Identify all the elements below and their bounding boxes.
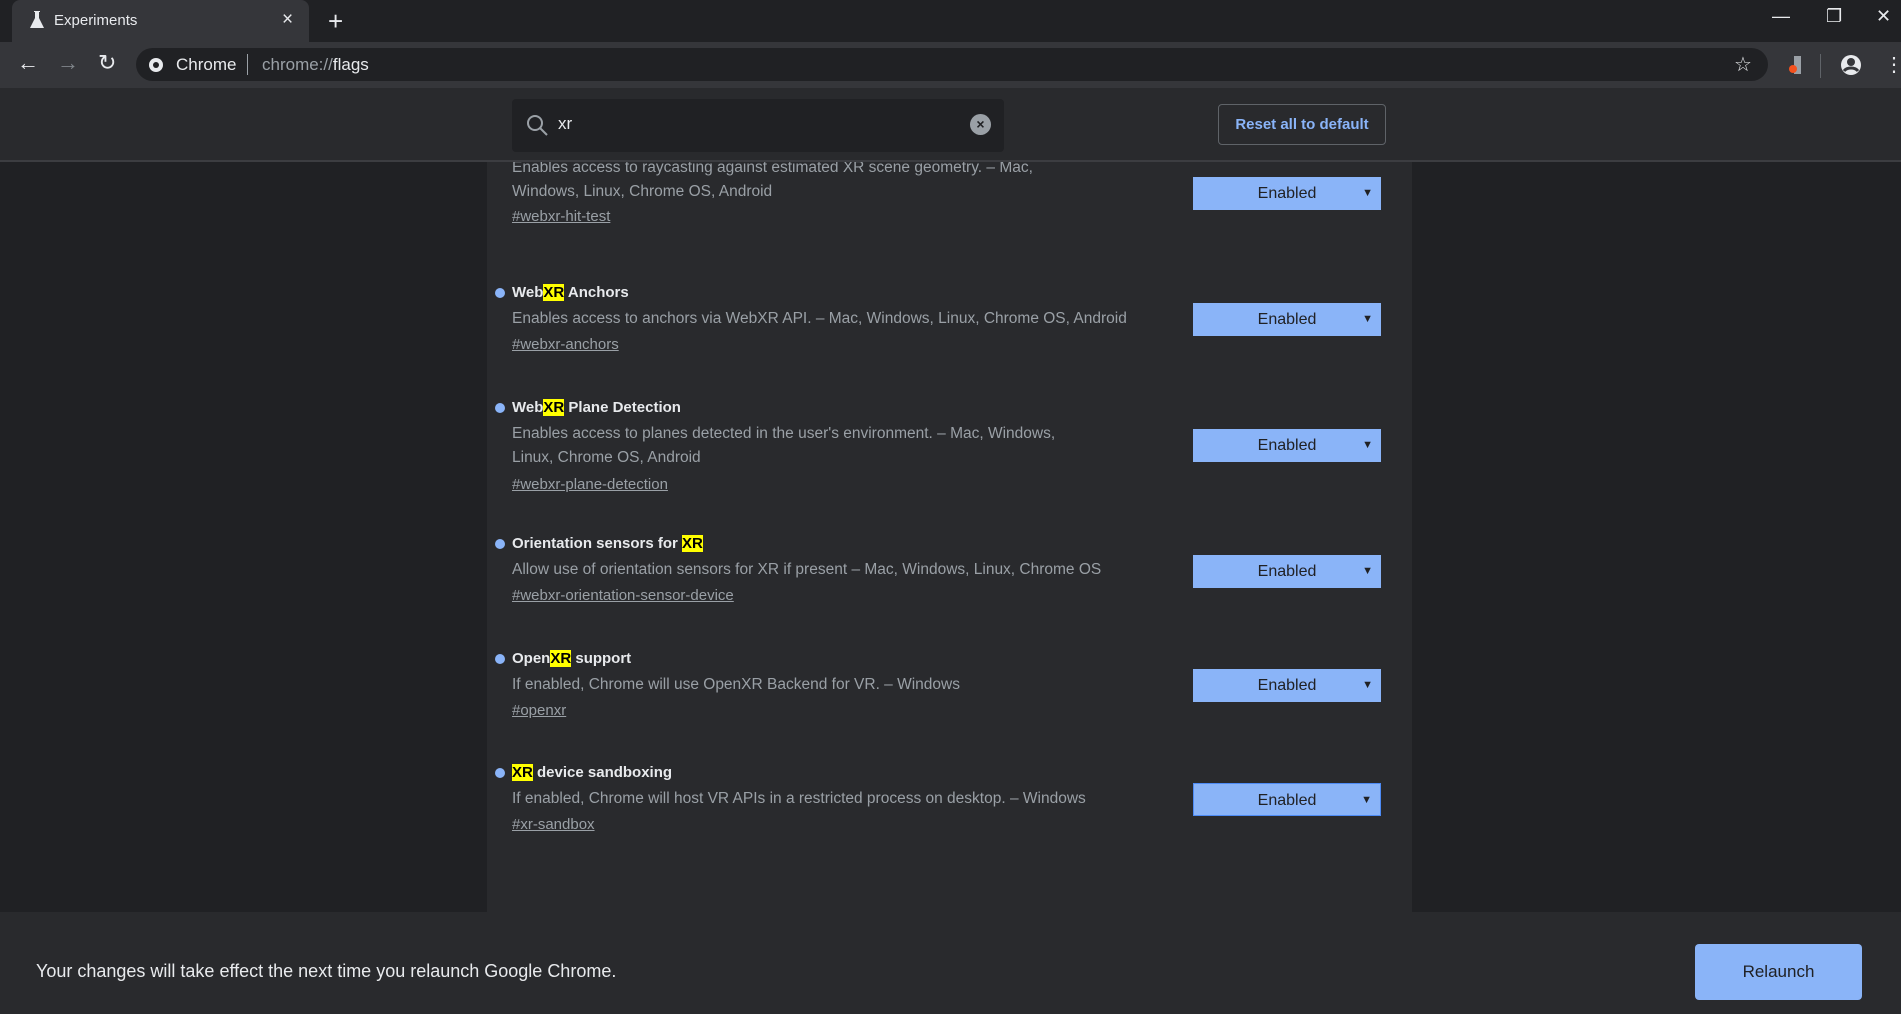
relaunch-bar: Your changes will take effect the next t… bbox=[0, 912, 1901, 1014]
reset-all-button[interactable]: Reset all to default bbox=[1218, 104, 1386, 145]
flag-title: WebXR Plane Detection bbox=[512, 399, 681, 416]
modified-bullet-icon bbox=[495, 654, 505, 664]
flag-select[interactable]: Enabled ▼ bbox=[1193, 555, 1381, 588]
dropdown-arrow-icon: ▼ bbox=[1362, 565, 1373, 577]
address-bar[interactable]: Chrome chrome://flags ☆ bbox=[136, 48, 1768, 81]
flag-title: Orientation sensors for XR bbox=[512, 535, 703, 552]
tab-experiments[interactable]: Experiments × bbox=[12, 0, 309, 42]
search-input[interactable]: xr × bbox=[512, 99, 1004, 152]
site-label: Chrome bbox=[176, 55, 237, 74]
modified-bullet-icon bbox=[495, 403, 505, 413]
url-text: chrome://flags bbox=[262, 55, 369, 75]
url-scheme: chrome:// bbox=[262, 55, 333, 74]
modified-bullet-icon bbox=[495, 288, 505, 298]
relaunch-button[interactable]: Relaunch bbox=[1695, 944, 1862, 1000]
tab-close-icon[interactable]: × bbox=[282, 9, 293, 31]
select-value: Enabled bbox=[1257, 437, 1317, 454]
profile-avatar-icon[interactable] bbox=[1840, 54, 1862, 76]
bookmark-star-icon[interactable]: ☆ bbox=[1734, 52, 1752, 77]
select-value: Enabled bbox=[1257, 677, 1317, 694]
flags-list: Enables access to raycasting against est… bbox=[487, 146, 1412, 912]
flag-description: If enabled, Chrome will host VR APIs in … bbox=[512, 790, 1086, 807]
flag-select[interactable]: Enabled ▼ bbox=[1193, 783, 1381, 816]
tab-strip: Experiments × + — ❐ ✕ bbox=[0, 0, 1901, 42]
minimize-button[interactable]: — bbox=[1772, 6, 1790, 27]
select-value: Enabled bbox=[1257, 792, 1317, 809]
relaunch-message: Your changes will take effect the next t… bbox=[36, 961, 617, 981]
flags-header: xr × Reset all to default bbox=[0, 88, 1901, 162]
modified-bullet-icon bbox=[495, 539, 505, 549]
flag-link[interactable]: #webxr-hit-test bbox=[512, 208, 610, 225]
select-value: Enabled bbox=[1257, 311, 1317, 328]
flag-select[interactable]: Enabled ▼ bbox=[1193, 429, 1381, 462]
forward-button[interactable]: → bbox=[57, 50, 79, 76]
search-icon bbox=[527, 115, 548, 136]
flag-description: Enables access to planes detected in the… bbox=[512, 425, 1056, 466]
flag-select[interactable]: Enabled ▼ bbox=[1193, 303, 1381, 336]
reload-button[interactable]: ↻ bbox=[98, 50, 116, 76]
new-tab-button[interactable]: + bbox=[328, 6, 343, 37]
dropdown-arrow-icon: ▼ bbox=[1362, 187, 1373, 199]
dropdown-arrow-icon: ▼ bbox=[1361, 794, 1372, 806]
extension-icon[interactable] bbox=[1788, 54, 1804, 76]
divider bbox=[247, 54, 248, 75]
flag-description: Allow use of orientation sensors for XR … bbox=[512, 561, 1102, 578]
modified-bullet-icon bbox=[495, 768, 505, 778]
flag-title: XR device sandboxing bbox=[512, 764, 673, 781]
flag-link[interactable]: #xr-sandbox bbox=[512, 816, 595, 833]
flask-icon bbox=[30, 11, 44, 28]
flag-link[interactable]: #webxr-plane-detection bbox=[512, 476, 668, 493]
dropdown-arrow-icon: ▼ bbox=[1362, 313, 1373, 325]
flag-link[interactable]: #openxr bbox=[512, 702, 566, 719]
tab-title: Experiments bbox=[54, 12, 138, 29]
toolbar-divider bbox=[1820, 54, 1821, 78]
select-value: Enabled bbox=[1257, 563, 1317, 580]
flag-description: Enables access to anchors via WebXR API.… bbox=[512, 310, 1127, 327]
dropdown-arrow-icon: ▼ bbox=[1362, 439, 1373, 451]
flag-title: WebXR Anchors bbox=[512, 284, 629, 301]
flag-title: OpenXR support bbox=[512, 650, 632, 667]
back-button[interactable]: ← bbox=[17, 50, 39, 76]
clear-search-icon[interactable]: × bbox=[970, 114, 991, 135]
select-value: Enabled bbox=[1257, 185, 1317, 202]
restore-button[interactable]: ❐ bbox=[1826, 6, 1842, 27]
flag-link[interactable]: #webxr-orientation-sensor-device bbox=[512, 587, 734, 604]
flag-description: If enabled, Chrome will use OpenXR Backe… bbox=[512, 676, 960, 693]
flag-description: Enables access to raycasting against est… bbox=[512, 159, 1033, 200]
flag-link[interactable]: #webxr-anchors bbox=[512, 336, 619, 353]
dropdown-arrow-icon: ▼ bbox=[1362, 679, 1373, 691]
menu-icon[interactable]: ⋮ bbox=[1884, 52, 1901, 77]
window-close-button[interactable]: ✕ bbox=[1876, 6, 1891, 27]
search-value: xr bbox=[558, 114, 573, 133]
flag-select[interactable]: Enabled ▼ bbox=[1193, 177, 1381, 210]
url-path: flags bbox=[332, 55, 369, 74]
flag-select[interactable]: Enabled ▼ bbox=[1193, 669, 1381, 702]
chrome-icon bbox=[149, 58, 163, 72]
